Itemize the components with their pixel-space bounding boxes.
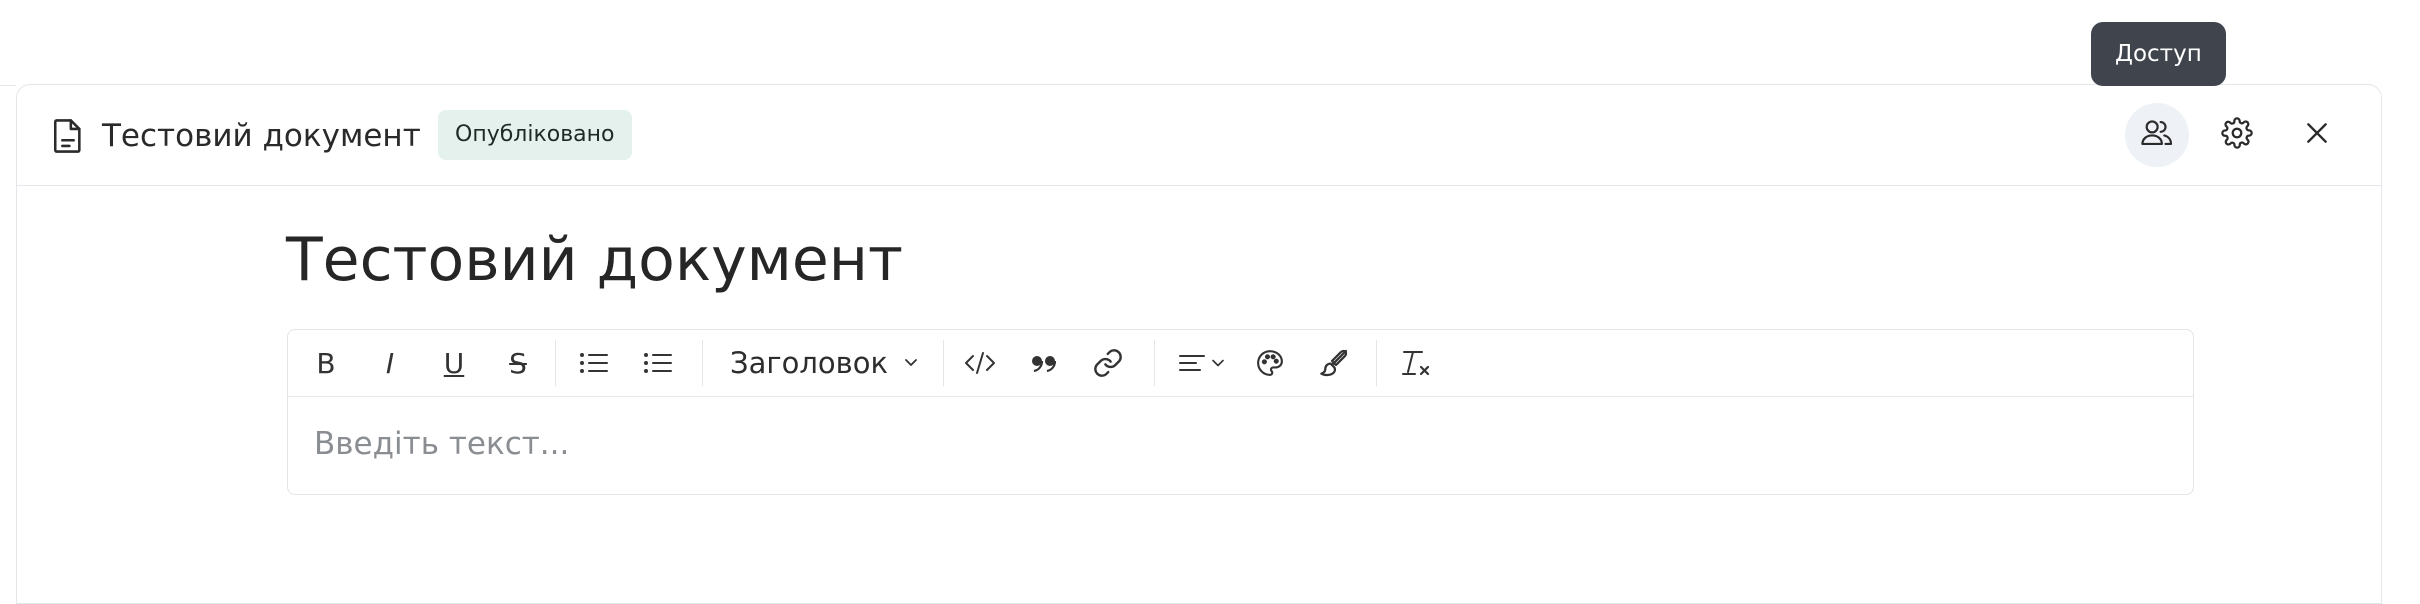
editor-body[interactable]: Введіть текст...: [314, 422, 569, 466]
quote-button[interactable]: [1018, 339, 1070, 387]
link-button[interactable]: [1082, 339, 1134, 387]
numbered-list-button[interactable]: [634, 339, 682, 387]
toolbar-divider: [1154, 340, 1155, 386]
numbered-list-icon: [643, 350, 673, 376]
quote-icon: [1030, 353, 1058, 373]
clear-format-button[interactable]: [1390, 339, 1442, 387]
bullet-list-button[interactable]: [570, 339, 618, 387]
brush-icon: [1318, 347, 1350, 379]
chevron-down-icon: [904, 358, 918, 368]
toolbar-divider: [555, 340, 556, 386]
toolbar-divider: [943, 340, 944, 386]
editor-toolbar: B I U S Заголовок: [288, 330, 2193, 397]
strikethrough-button[interactable]: S: [494, 339, 542, 387]
strikethrough-label: S: [509, 346, 527, 380]
heading-select[interactable]: Заголовок: [718, 339, 918, 387]
chevron-down-icon: [1212, 359, 1224, 367]
underline-label: U: [443, 346, 465, 380]
access-tooltip: Доступ: [2091, 22, 2226, 86]
text-color-button[interactable]: [1244, 339, 1296, 387]
users-icon: [2140, 118, 2174, 152]
align-dropdown[interactable]: [1168, 339, 1234, 387]
backdrop-divider: [0, 85, 16, 86]
italic-button[interactable]: I: [366, 339, 414, 387]
code-icon: [963, 350, 997, 376]
status-badge: Опубліковано: [438, 110, 632, 160]
clear-format-icon: [1400, 348, 1432, 378]
close-icon: [2304, 120, 2330, 150]
panel-header: Тестовий документ Опубліковано: [17, 85, 2381, 186]
document-title[interactable]: Тестовий документ: [286, 222, 903, 298]
heading-select-value: Заголовок: [730, 346, 888, 380]
underline-button[interactable]: U: [430, 339, 478, 387]
palette-icon: [1255, 348, 1285, 378]
link-icon: [1092, 347, 1124, 379]
gear-icon: [2221, 117, 2253, 153]
bold-label: B: [316, 346, 336, 380]
close-button[interactable]: [2285, 103, 2349, 167]
panel-title: Тестовий документ: [102, 118, 421, 154]
toolbar-divider: [702, 340, 703, 386]
align-icon: [1178, 352, 1206, 374]
bold-button[interactable]: B: [302, 339, 350, 387]
document-icon: [51, 117, 85, 155]
toolbar-divider: [1376, 340, 1377, 386]
rich-text-editor: B I U S Заголовок Введіть текст...: [287, 329, 2194, 495]
code-button[interactable]: [954, 339, 1006, 387]
bullet-list-icon: [579, 350, 609, 376]
highlight-button[interactable]: [1308, 339, 1360, 387]
settings-button[interactable]: [2205, 103, 2269, 167]
italic-label: I: [385, 346, 395, 380]
access-button[interactable]: [2125, 103, 2189, 167]
